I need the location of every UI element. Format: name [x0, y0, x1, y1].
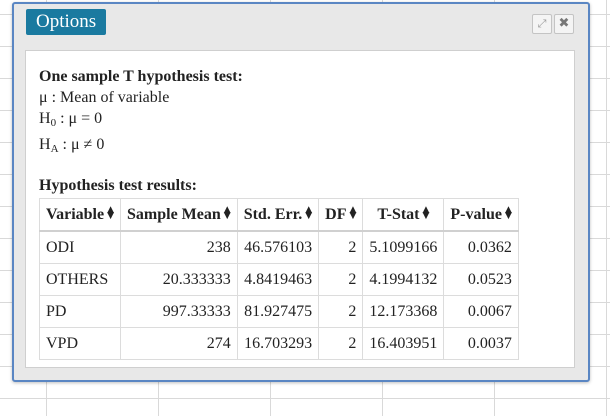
cell-df: 2: [318, 230, 364, 264]
column-header-t-stat[interactable]: T-Stat ▲ ▼: [362, 198, 445, 232]
close-icon[interactable]: ✖: [554, 14, 574, 34]
cell-sample-mean: 274: [120, 327, 238, 360]
cell-std-err: 81.927475: [236, 295, 320, 328]
sort-icon: ▲ ▼: [349, 204, 357, 221]
column-header-p-value[interactable]: P-value ▲ ▼: [443, 198, 519, 232]
cell-variable: OTHERS: [39, 263, 121, 296]
cell-t-stat: 5.1099166: [362, 230, 445, 264]
cell-p-value: 0.0067: [443, 295, 519, 328]
cell-sample-mean: 20.333333: [120, 263, 238, 296]
dialog-content: One sample T hypothesis test: μ : Mean o…: [25, 50, 575, 368]
mu-definition: μ : Mean of variable: [39, 89, 170, 106]
sort-icon: ▲ ▼: [422, 204, 430, 221]
cell-p-value: 0.0523: [443, 263, 519, 296]
test-heading: One sample T hypothesis test:: [39, 68, 243, 85]
sort-icon: ▲ ▼: [107, 204, 114, 221]
cell-variable: PD: [39, 295, 121, 328]
column-header-sample-mean[interactable]: Sample Mean ▲ ▼: [120, 198, 238, 232]
results-heading: Hypothesis test results:: [39, 177, 197, 194]
alt-hypothesis-sub: A: [50, 143, 59, 155]
cell-std-err: 16.703293: [236, 327, 320, 360]
cell-p-value: 0.0037: [443, 327, 519, 360]
null-hypothesis-h: H: [39, 110, 51, 127]
table-row: ODI 238 46.576103 2 5.1099166 0.0362: [39, 230, 519, 264]
sort-icon: ▲ ▼: [504, 204, 512, 221]
table-row: PD 997.33333 81.927475 2 12.173368 0.006…: [39, 295, 519, 328]
null-hypothesis: H0 : μ = 0: [39, 108, 574, 134]
column-header-std-err[interactable]: Std. Err. ▲ ▼: [236, 198, 320, 232]
table-row: OTHERS 20.333333 4.8419463 2 4.1994132 0…: [39, 263, 519, 296]
cell-df: 2: [318, 327, 364, 360]
cell-t-stat: 12.173368: [362, 295, 445, 328]
sort-icon: ▲ ▼: [305, 204, 313, 221]
results-header-row: Variable ▲ ▼ Sample Mean ▲ ▼ Std. Err. ▲ ▼ DF ▲…: [39, 198, 519, 232]
sort-icon: ▲ ▼: [223, 204, 231, 221]
cell-sample-mean: 997.33333: [120, 295, 238, 328]
cell-t-stat: 16.403951: [362, 327, 445, 360]
options-title-button[interactable]: Options: [26, 9, 107, 35]
cell-variable: VPD: [39, 327, 121, 360]
expand-icon[interactable]: ⤢: [532, 14, 552, 34]
null-hypothesis-rest: : μ = 0: [56, 110, 103, 127]
cell-sample-mean: 238: [120, 230, 238, 264]
cell-variable: ODI: [39, 230, 121, 264]
alt-hypothesis: HA : μ ≠ 0: [39, 134, 574, 160]
cell-t-stat: 4.1994132: [362, 263, 445, 296]
dialog-titlebar[interactable]: Options ⤢ ✖: [14, 4, 588, 42]
cell-df: 2: [318, 295, 364, 328]
table-row: VPD 274 16.703293 2 16.403951 0.0037: [39, 327, 519, 360]
column-header-variable[interactable]: Variable ▲ ▼: [39, 198, 121, 232]
alt-hypothesis-rest: : μ ≠ 0: [58, 136, 105, 153]
alt-hypothesis-h: H: [39, 136, 51, 153]
column-header-df[interactable]: DF ▲ ▼: [318, 198, 364, 232]
options-dialog: Options ⤢ ✖ One sample T hypothesis test…: [12, 2, 590, 382]
cell-std-err: 4.8419463: [236, 263, 320, 296]
cell-p-value: 0.0362: [443, 230, 519, 264]
results-table: Variable ▲ ▼ Sample Mean ▲ ▼ Std. Err. ▲ ▼ DF ▲…: [39, 198, 519, 360]
cell-std-err: 46.576103: [236, 230, 320, 264]
cell-df: 2: [318, 263, 364, 296]
